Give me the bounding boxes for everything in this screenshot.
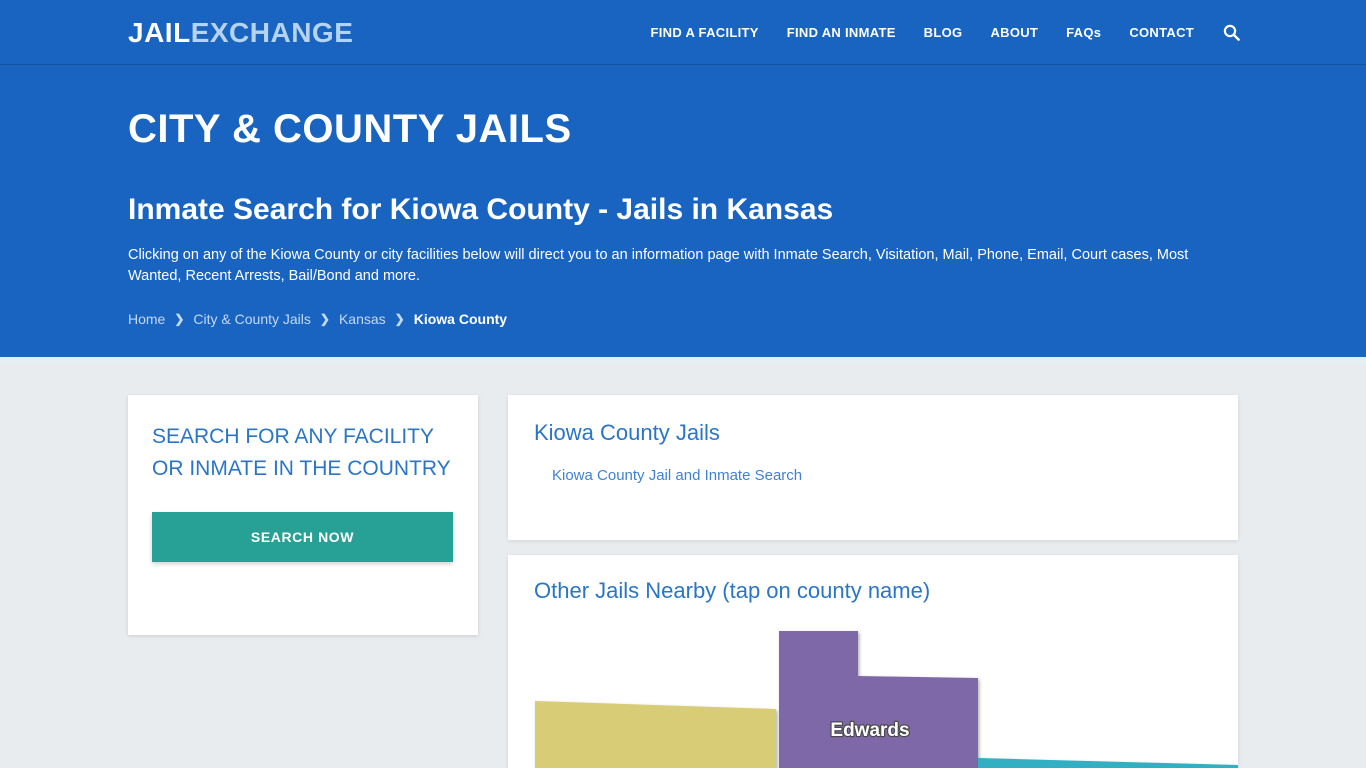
breadcrumb-separator-icon: ❯ <box>394 312 405 326</box>
site-header: JAILEXCHANGE FIND A FACILITY FIND AN INM… <box>0 0 1366 65</box>
site-logo[interactable]: JAILEXCHANGE <box>128 17 353 49</box>
page-title: Inmate Search for Kiowa County - Jails i… <box>128 193 834 226</box>
hero-divider <box>0 357 1366 365</box>
county-jails-card: Kiowa County Jails Kiowa County Jail and… <box>508 395 1238 540</box>
nav-about[interactable]: ABOUT <box>976 0 1052 65</box>
breadcrumb-item-kansas[interactable]: Kansas <box>339 309 386 329</box>
logo-text-exchange: EXCHANGE <box>190 17 354 48</box>
nav-find-an-inmate[interactable]: FIND AN INMATE <box>773 0 910 65</box>
county-map: Edwards <box>508 613 1238 768</box>
breadcrumb-item-city-county-jails[interactable]: City & County Jails <box>193 309 310 329</box>
county-map-svg: Edwards <box>535 631 1238 768</box>
nav-blog[interactable]: BLOG <box>910 0 977 65</box>
list-item: Kiowa County Jail and Inmate Search <box>534 467 1212 485</box>
main-content: SEARCH FOR ANY FACILITY OR INMATE IN THE… <box>0 365 1366 768</box>
jail-link-list: Kiowa County Jail and Inmate Search <box>534 467 1212 485</box>
nav-contact[interactable]: CONTACT <box>1115 0 1208 65</box>
county-shape-khaki[interactable] <box>535 701 776 768</box>
page-kicker: CITY & COUNTY JAILS <box>128 107 572 151</box>
breadcrumb-item-home[interactable]: Home <box>128 309 165 329</box>
jail-link-kiowa-county[interactable]: Kiowa County Jail and Inmate Search <box>534 467 802 484</box>
logo-text-jail: JAIL <box>128 17 191 48</box>
breadcrumb-item-current: Kiowa County <box>413 311 508 327</box>
hero-section: CITY & COUNTY JAILS Inmate Search for Ki… <box>0 65 1366 357</box>
search-icon[interactable] <box>1214 0 1248 65</box>
page-description: Clicking on any of the Kiowa County or c… <box>128 247 1189 284</box>
county-shape-teal[interactable] <box>978 758 1238 768</box>
county-shape-edwards[interactable] <box>779 631 978 768</box>
main-navigation: FIND A FACILITY FIND AN INMATE BLOG ABOU… <box>636 0 1248 65</box>
county-label-edwards[interactable]: Edwards <box>829 719 911 742</box>
breadcrumb-separator-icon: ❯ <box>174 312 185 326</box>
search-card-title: SEARCH FOR ANY FACILITY OR INMATE IN THE… <box>152 425 451 480</box>
nearby-jails-card: Other Jails Nearby (tap on county name) <box>508 555 1238 768</box>
search-now-button[interactable]: SEARCH NOW <box>152 512 453 562</box>
county-jails-title: Kiowa County Jails <box>534 420 720 445</box>
search-facility-card: SEARCH FOR ANY FACILITY OR INMATE IN THE… <box>128 395 478 635</box>
nav-faqs[interactable]: FAQs <box>1052 0 1115 65</box>
nearby-jails-title: Other Jails Nearby (tap on county name) <box>534 578 931 603</box>
breadcrumb: Home ❯ City & County Jails ❯ Kansas ❯ Ki… <box>128 309 1366 329</box>
breadcrumb-separator-icon: ❯ <box>319 312 330 326</box>
nav-find-a-facility[interactable]: FIND A FACILITY <box>636 0 772 65</box>
